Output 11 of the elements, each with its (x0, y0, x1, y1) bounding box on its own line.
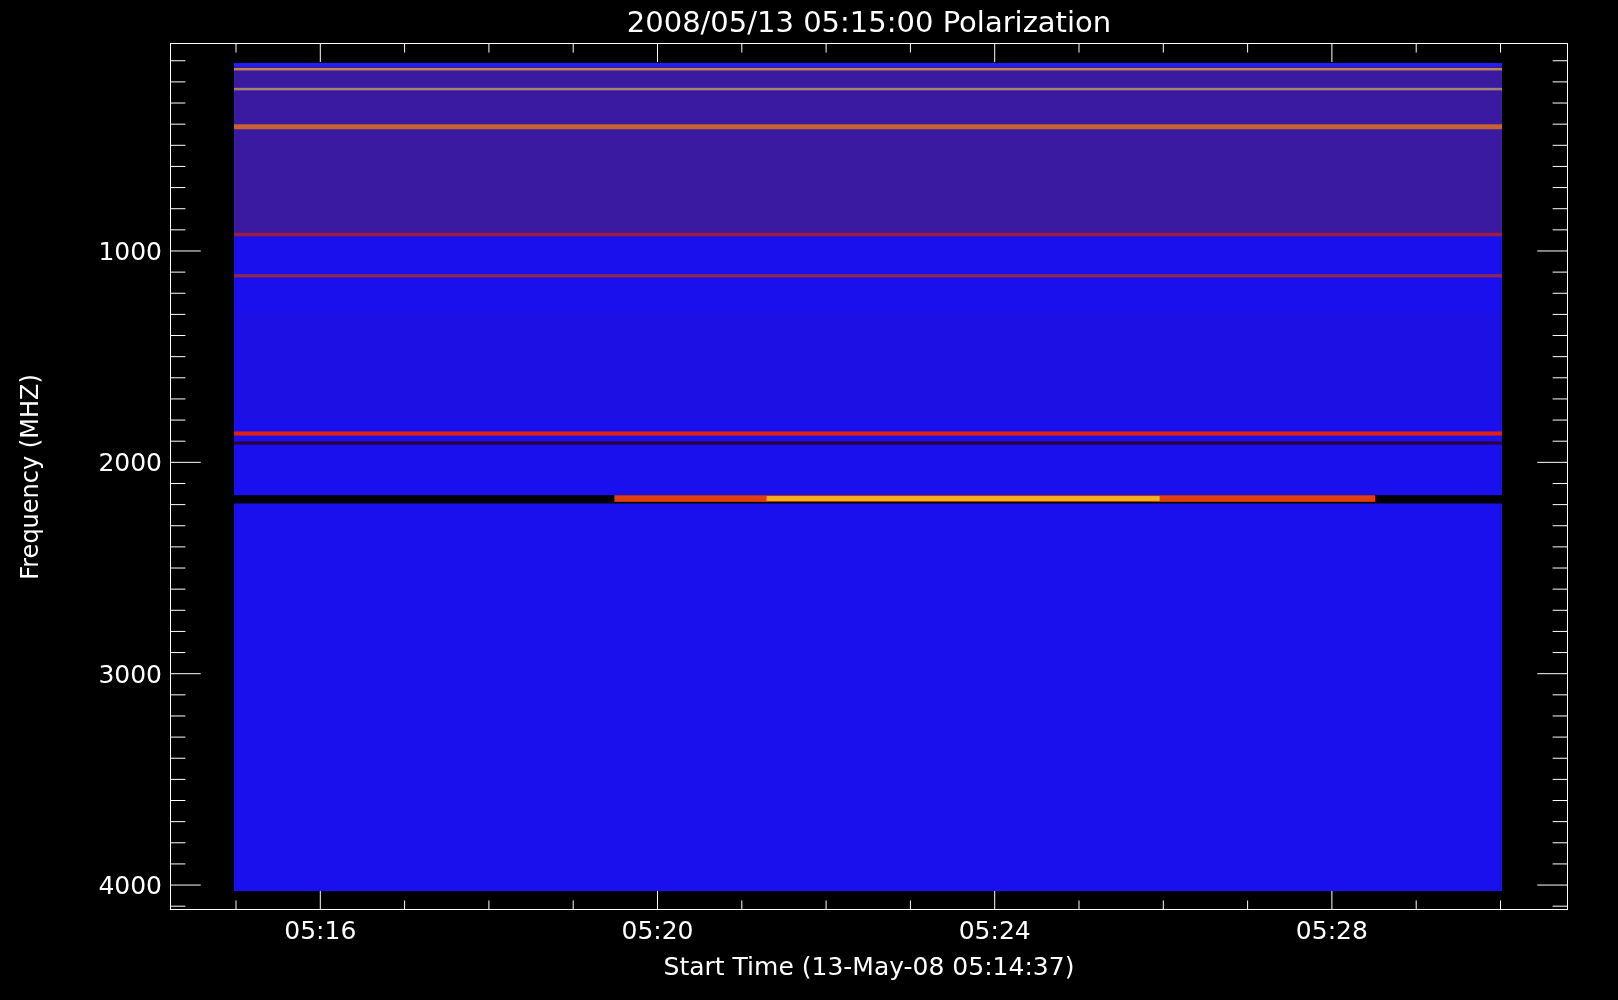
y-tick-label: 3000 (98, 659, 162, 689)
x-tick-label: 05:20 (621, 916, 694, 945)
chart-title: 2008/05/13 05:15:00 Polarization (626, 4, 1112, 39)
y-tick-label: 2000 (98, 447, 162, 477)
y-axis-label: Frequency (MHZ) (16, 373, 44, 580)
y-tick-label: 1000 (98, 236, 162, 266)
y-tick-label: 4000 (98, 870, 162, 900)
x-tick-label: 05:24 (958, 916, 1031, 945)
x-tick-label: 05:16 (284, 916, 357, 945)
x-axis-label: Start Time (13-May-08 05:14:37) (663, 952, 1075, 983)
x-tick-label: 05:28 (1295, 916, 1368, 945)
